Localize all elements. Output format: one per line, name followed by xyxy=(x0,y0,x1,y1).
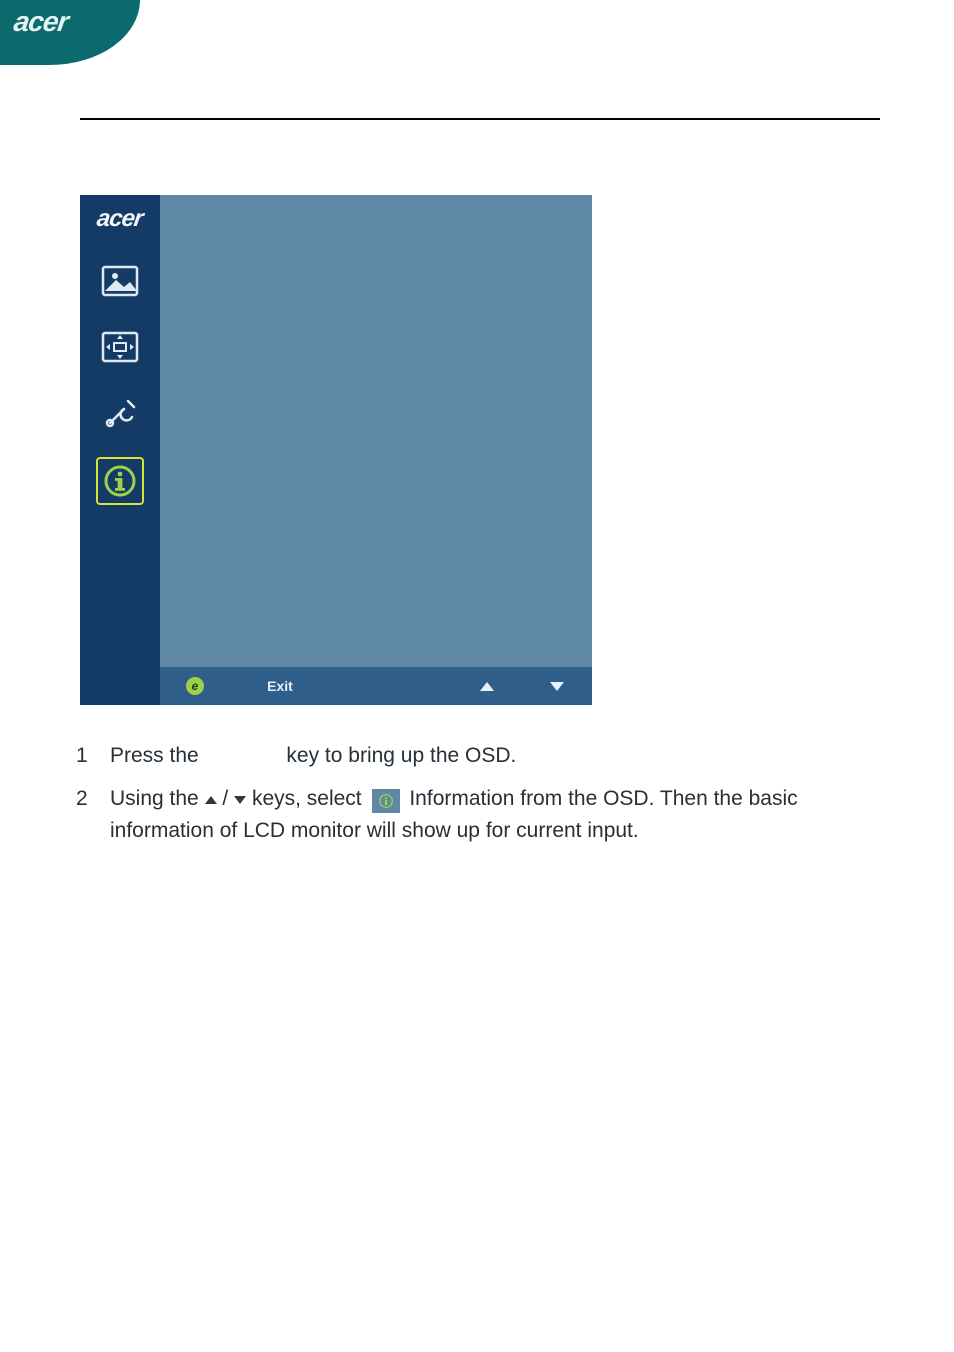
tools-icon[interactable] xyxy=(98,391,142,435)
brand-corner: acer xyxy=(0,0,140,65)
osd-panel: acer xyxy=(80,195,592,705)
osd-brand-logo: acer xyxy=(95,205,144,233)
e-badge-icon: e xyxy=(186,677,204,695)
picture-icon[interactable] xyxy=(98,259,142,303)
osd-footer-bar: e Exit xyxy=(160,667,592,705)
osd-footer: e Exit xyxy=(80,667,592,705)
step2-slash: / xyxy=(222,787,228,810)
osd-exit-label: Exit xyxy=(267,678,293,694)
step1-text-a: Press the xyxy=(110,744,199,767)
header-rule xyxy=(80,118,880,120)
brand-logo: acer xyxy=(12,6,70,38)
osd-down-button[interactable] xyxy=(522,682,592,691)
info-icon[interactable] xyxy=(96,457,144,505)
osd-up-button[interactable] xyxy=(452,682,522,691)
triangle-down-icon xyxy=(234,796,246,804)
triangle-up-icon xyxy=(205,796,217,804)
triangle-down-icon xyxy=(550,682,564,691)
osd-content-area xyxy=(160,195,592,667)
instruction-step-1: Press the key to bring up the OSD. xyxy=(70,740,890,773)
osd-e-button[interactable]: e xyxy=(160,677,230,695)
manual-page: acer acer xyxy=(0,0,954,1352)
step1-text-b: key to bring up the OSD. xyxy=(286,744,516,767)
instruction-step-2: Using the / keys, select Information fro… xyxy=(70,783,890,848)
position-icon[interactable] xyxy=(98,325,142,369)
step2-text-b: keys, select xyxy=(252,787,362,810)
osd-body: acer xyxy=(80,195,592,667)
osd-exit-button[interactable]: Exit xyxy=(230,678,330,694)
instruction-list: Press the key to bring up the OSD. Using… xyxy=(70,740,890,858)
osd-sidebar: acer xyxy=(80,195,160,667)
step2-text-a: Using the xyxy=(110,787,199,810)
triangle-up-icon xyxy=(480,682,494,691)
osd-footer-spacer xyxy=(80,667,160,705)
info-icon xyxy=(372,789,400,813)
